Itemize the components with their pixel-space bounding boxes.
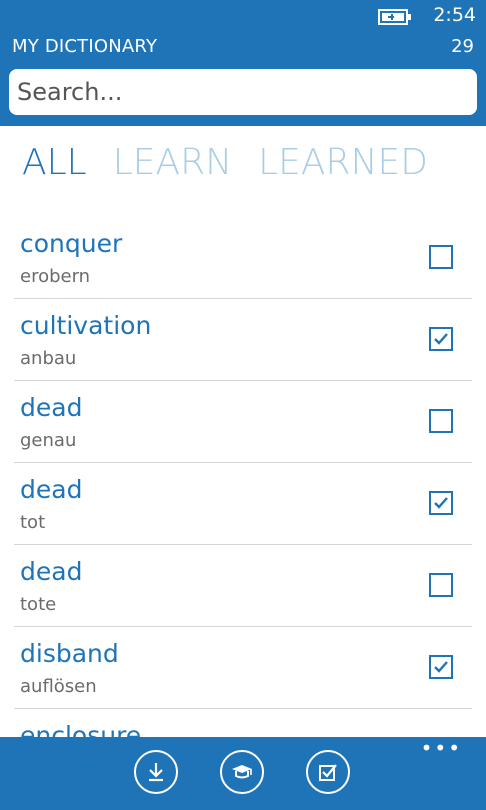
list-item[interactable]: dead tot	[14, 463, 472, 545]
mark-learned-button[interactable]	[306, 750, 350, 794]
list-item[interactable]: enclosure	[14, 709, 472, 737]
word-list: conquer erobern cultivation anbau dead g…	[0, 217, 486, 737]
learn-button[interactable]	[220, 750, 264, 794]
search-input[interactable]: Search...	[9, 69, 477, 115]
clock: 2:54	[433, 4, 476, 26]
word-translation: genau	[20, 430, 77, 451]
filter-tabs: ALL LEARN LEARNED	[22, 142, 454, 190]
learned-checkbox[interactable]	[429, 245, 453, 269]
word-translation: anbau	[20, 348, 77, 369]
list-item[interactable]: disband auflösen	[14, 627, 472, 709]
search-placeholder: Search...	[17, 78, 123, 106]
graduation-cap-icon	[232, 765, 252, 779]
more-options-button[interactable]: •••	[421, 738, 462, 758]
tab-learned[interactable]: LEARNED	[258, 142, 428, 190]
list-item[interactable]: conquer erobern	[14, 217, 472, 299]
word-term: disband	[20, 639, 119, 668]
learned-checkbox[interactable]	[429, 409, 453, 433]
battery-charging-icon	[378, 9, 411, 25]
word-term: dead	[20, 557, 83, 586]
word-term: dead	[20, 475, 83, 504]
word-translation: tot	[20, 512, 46, 533]
learned-checkbox[interactable]	[429, 573, 453, 597]
learned-checkbox[interactable]	[429, 327, 453, 351]
tab-learn[interactable]: LEARN	[113, 142, 232, 190]
status-bar: 2:54	[0, 0, 486, 34]
list-item[interactable]: dead genau	[14, 381, 472, 463]
learned-checkbox[interactable]	[429, 655, 453, 679]
download-button[interactable]	[134, 750, 178, 794]
list-item[interactable]: cultivation anbau	[14, 299, 472, 381]
word-term: enclosure	[20, 721, 142, 737]
checkmark-icon	[434, 661, 448, 673]
check-square-icon	[319, 764, 337, 781]
word-term: cultivation	[20, 311, 152, 340]
download-icon	[149, 763, 163, 782]
learned-checkbox[interactable]	[429, 491, 453, 515]
tab-all[interactable]: ALL	[22, 142, 87, 190]
app-title: MY DICTIONARY	[12, 36, 158, 57]
app-bar: •••	[0, 737, 486, 810]
list-item[interactable]: dead tote	[14, 545, 472, 627]
word-term: conquer	[20, 229, 123, 258]
checkmark-icon	[434, 333, 448, 345]
app-header: 2:54 MY DICTIONARY 29 Search...	[0, 0, 486, 126]
word-translation: erobern	[20, 266, 91, 287]
word-count: 29	[451, 36, 474, 57]
checkmark-icon	[434, 497, 448, 509]
word-translation: tote	[20, 594, 57, 615]
word-term: dead	[20, 393, 83, 422]
word-translation: auflösen	[20, 676, 97, 697]
